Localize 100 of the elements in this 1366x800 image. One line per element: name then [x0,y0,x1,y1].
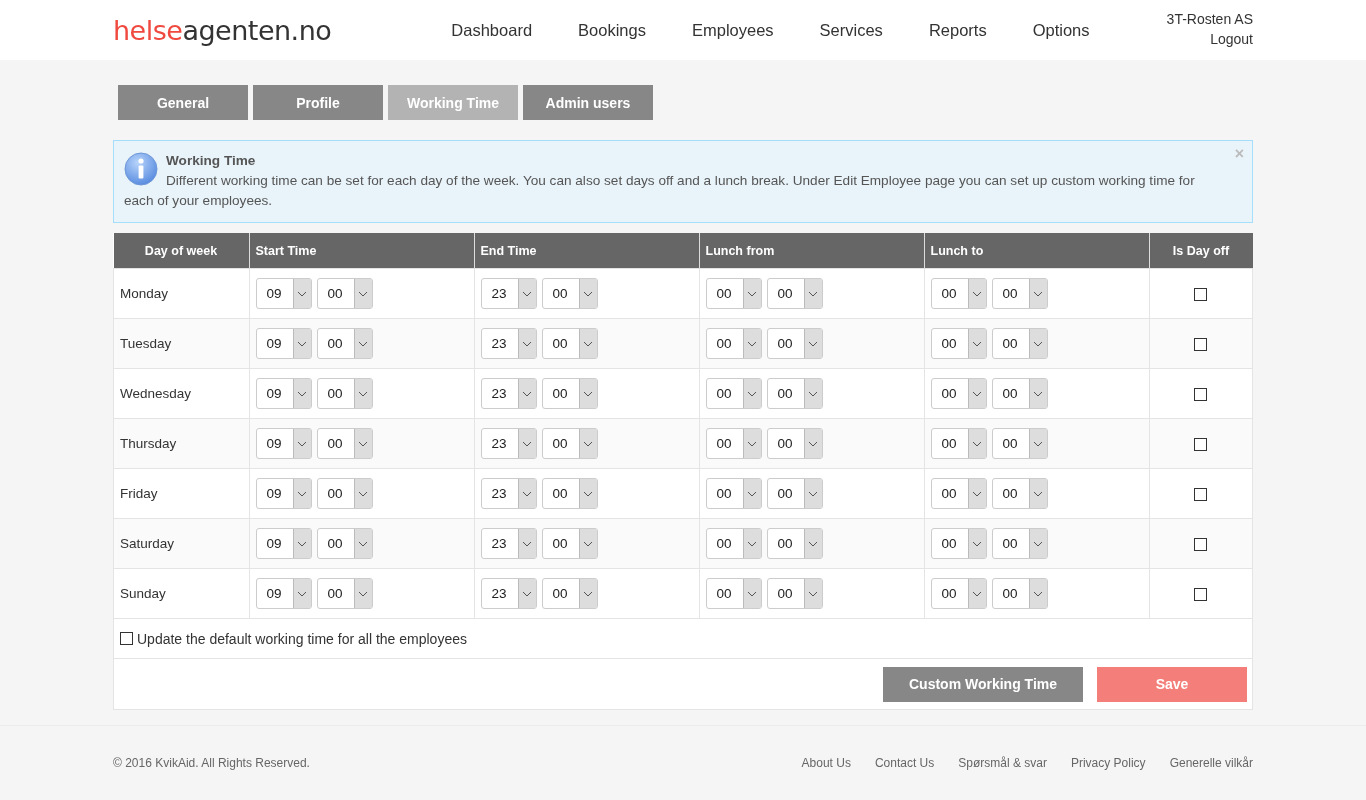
time-select[interactable]: 00 [930,378,987,409]
time-select[interactable]: 00 [766,378,823,409]
time-select[interactable]: 00 [316,378,373,409]
time-select[interactable]: 23 [480,428,537,459]
time-select[interactable]: 00 [541,378,598,409]
checkbox[interactable] [1194,488,1208,502]
checkbox[interactable] [1194,588,1208,602]
time-select[interactable]: 00 [991,528,1048,559]
footer-link[interactable]: Contact Us [874,756,935,770]
checkbox[interactable] [1194,388,1208,402]
info-icon [124,152,158,186]
nav-link[interactable]: Options [1032,20,1090,40]
tab[interactable]: Admin users [523,85,653,120]
time-select[interactable]: 00 [930,528,987,559]
time-select[interactable]: 00 [991,428,1048,459]
day-cell: Saturday [113,518,249,569]
nav-link[interactable]: Dashboard [451,20,533,40]
caret-icon [353,429,372,458]
time-select[interactable]: 00 [991,278,1048,309]
time-select[interactable]: 00 [930,428,987,459]
time-select[interactable]: 00 [766,428,823,459]
time-select[interactable]: 00 [930,278,987,309]
time-select[interactable]: 00 [541,328,598,359]
time-select[interactable]: 09 [255,528,312,559]
time-select[interactable]: 00 [316,528,373,559]
time-select[interactable]: 00 [705,278,762,309]
time-select[interactable]: 00 [705,578,762,609]
nav-link[interactable]: Employees [691,20,774,40]
caret-icon [742,279,761,308]
caret-icon [292,579,311,608]
tab[interactable]: General [118,85,248,120]
checkbox-label: Update the default working time for all the employees [137,630,467,647]
time-select[interactable]: 00 [316,578,373,609]
custom-time-button[interactable]: Custom Working Time [883,666,1083,702]
time-select[interactable]: 00 [705,378,762,409]
caret-icon [292,529,311,558]
time-select[interactable]: 00 [991,328,1048,359]
footer-link[interactable]: Generelle vilkår [1169,756,1253,770]
time-select[interactable]: 09 [255,578,312,609]
time-select[interactable]: 09 [255,478,312,509]
caret-icon [742,479,761,508]
tab[interactable]: Profile [253,85,383,120]
caret-icon [353,379,372,408]
nav-link[interactable]: Reports [928,20,987,40]
checkbox[interactable] [1194,538,1208,552]
time-select[interactable]: 00 [541,428,598,459]
time-select[interactable]: 00 [316,478,373,509]
logout-link[interactable]: Logout [1210,29,1253,49]
caret-icon [742,529,761,558]
caret-icon [517,429,536,458]
time-select[interactable]: 23 [480,578,537,609]
time-select[interactable]: 23 [480,378,537,409]
time-select[interactable]: 00 [316,328,373,359]
time-select[interactable]: 00 [766,328,823,359]
site-logo[interactable]: helseagenten.no [113,14,332,46]
time-select[interactable]: 00 [541,478,598,509]
time-select[interactable]: 00 [991,378,1048,409]
time-select[interactable]: 00 [930,328,987,359]
checkbox[interactable] [1194,288,1208,302]
time-select[interactable]: 00 [541,528,598,559]
caret-icon [967,379,986,408]
time-select[interactable]: 00 [930,478,987,509]
checkbox[interactable] [120,631,133,645]
time-select[interactable]: 00 [766,578,823,609]
footer-link[interactable]: About Us [801,756,851,770]
time-select[interactable]: 23 [480,528,537,559]
time-select[interactable]: 09 [255,278,312,309]
caret-icon [292,329,311,358]
time-select[interactable]: 09 [255,428,312,459]
nav-link[interactable]: Bookings [578,20,646,40]
time-select[interactable]: 23 [480,328,537,359]
time-select[interactable]: 00 [930,578,987,609]
time-select[interactable]: 23 [480,478,537,509]
time-select[interactable]: 00 [705,528,762,559]
time-select[interactable]: 00 [766,528,823,559]
time-select[interactable]: 00 [705,478,762,509]
time-select[interactable]: 00 [541,278,598,309]
footer-link[interactable]: Privacy Policy [1070,756,1146,770]
caret-icon [292,429,311,458]
time-select[interactable]: 00 [766,478,823,509]
checkbox[interactable] [1194,338,1208,352]
time-select[interactable]: 00 [705,328,762,359]
time-select[interactable]: 09 [255,378,312,409]
checkbox[interactable] [1194,438,1208,452]
time-select[interactable]: 00 [316,278,373,309]
caret-icon [517,529,536,558]
time-select[interactable]: 00 [991,478,1048,509]
caret-icon [803,479,822,508]
time-select[interactable]: 00 [316,428,373,459]
caret-icon [578,329,597,358]
time-select[interactable]: 09 [255,328,312,359]
time-select[interactable]: 00 [705,428,762,459]
time-select[interactable]: 00 [991,578,1048,609]
time-select[interactable]: 00 [541,578,598,609]
caret-icon [1028,429,1047,458]
footer-link[interactable]: Spørsmål & svar [958,756,1047,770]
time-select[interactable]: 00 [766,278,823,309]
caret-icon [292,379,311,408]
time-select[interactable]: 23 [480,278,537,309]
nav-link[interactable]: Services [819,20,883,40]
